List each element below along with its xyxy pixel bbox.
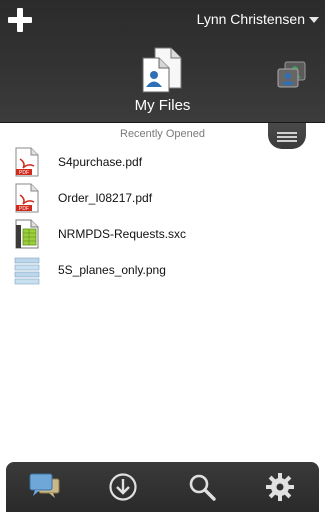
file-row[interactable]: PDF S4purchase.pdf bbox=[0, 144, 325, 180]
chat-icon bbox=[29, 473, 60, 498]
settings-button[interactable] bbox=[262, 469, 298, 505]
page-title: My Files bbox=[134, 97, 191, 114]
user-menu[interactable]: Lynn Christensen bbox=[197, 10, 319, 28]
download-button[interactable] bbox=[105, 469, 141, 505]
shared-users-icon[interactable] bbox=[277, 61, 307, 89]
user-name: Lynn Christensen bbox=[196, 11, 305, 27]
settings-gear-icon bbox=[265, 473, 294, 501]
svg-text:PDF: PDF bbox=[19, 170, 29, 176]
file-name: NRMPDS-Requests.sxc bbox=[58, 227, 187, 241]
file-row[interactable]: NRMPDS-Requests.sxc bbox=[0, 216, 325, 252]
files-icon bbox=[142, 47, 182, 93]
pdf-file-icon: PDF bbox=[15, 147, 39, 177]
menu-line bbox=[277, 132, 297, 134]
search-button[interactable] bbox=[184, 469, 220, 505]
chevron-down-icon bbox=[309, 17, 319, 23]
spreadsheet-file-icon bbox=[15, 219, 39, 249]
menu-line bbox=[277, 140, 297, 142]
recent-files-list: PDF S4purchase.pdf PDF Order_I08217.pdf … bbox=[0, 144, 325, 288]
svg-text:PDF: PDF bbox=[19, 206, 29, 212]
download-icon bbox=[109, 473, 137, 501]
pdf-file-icon: PDF bbox=[15, 183, 39, 213]
bottom-navigation bbox=[6, 462, 319, 512]
file-name: Order_I08217.pdf bbox=[58, 191, 153, 205]
file-row[interactable]: PDF Order_I08217.pdf bbox=[0, 180, 325, 216]
file-row[interactable]: 5S_planes_only.png bbox=[0, 252, 325, 288]
search-icon bbox=[189, 474, 216, 501]
file-name: 5S_planes_only.png bbox=[58, 263, 166, 277]
file-name: S4purchase.pdf bbox=[58, 155, 143, 169]
add-plus-icon[interactable] bbox=[8, 8, 32, 32]
menu-line bbox=[277, 136, 297, 138]
app-header: Lynn Christensen My Files bbox=[0, 0, 325, 123]
chat-button[interactable] bbox=[27, 469, 63, 505]
image-file-icon bbox=[14, 257, 40, 285]
